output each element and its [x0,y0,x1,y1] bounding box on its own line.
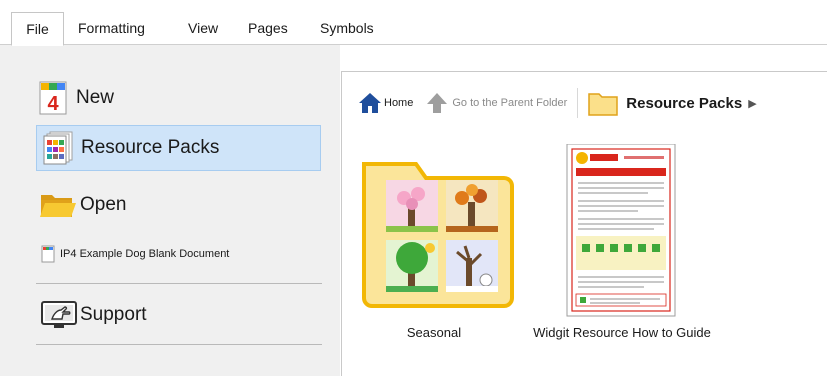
resource-browser: Home Go to the Parent Folder Resource Pa… [341,71,827,376]
breadcrumb-label: Resource Packs [626,94,743,112]
sidebar-divider [36,283,322,284]
sidebar-divider [36,344,322,345]
resource-packs-icon [43,131,75,165]
tile-caption: Widgit Resource How to Guide [533,325,711,340]
browser-toolbar: Home Go to the Parent Folder Resource Pa… [358,86,757,120]
menu-formatting[interactable]: Formatting [76,14,147,45]
seasonal-folder-icon [362,162,514,308]
parent-folder-button[interactable]: Go to the Parent Folder [425,91,567,115]
sidebar-item-label: Resource Packs [81,137,220,158]
menu-symbols[interactable]: Symbols [318,14,376,45]
menu-pages[interactable]: Pages [246,14,290,45]
sidebar-item-support[interactable]: Support [36,295,321,335]
breadcrumb[interactable]: Resource Packs ▶ [588,90,757,116]
menu-bar: File Formatting View Pages Symbols [0,0,827,46]
chevron-right-icon: ▶ [748,97,757,110]
tile-caption: Seasonal [406,325,462,340]
arrow-up-icon [425,91,449,115]
folder-open-icon [40,192,76,218]
parent-folder-label: Go to the Parent Folder [452,97,568,109]
sidebar-item-label: Open [80,194,127,215]
sidebar-item-new[interactable]: 4 New [36,80,321,116]
menu-view[interactable]: View [186,14,220,45]
home-button[interactable]: Home [358,91,413,115]
toolbar-separator [577,88,579,118]
tile-seasonal[interactable]: Seasonal [344,144,524,340]
recent-document-icon [41,245,55,263]
sidebar-item-resource-packs[interactable]: Resource Packs [36,125,321,171]
menu-file[interactable]: File [11,12,64,46]
new-document-icon: 4 [36,81,70,115]
tile-widgit-guide[interactable]: Widgit Resource How to Guide [532,143,712,340]
sidebar-item-open[interactable]: Open [36,187,321,223]
sidebar-item-label: Support [80,304,147,325]
sidebar-item-label: IP4 Example Dog Blank Document [60,248,230,260]
sidebar-item-label: New [76,87,115,108]
support-icon [40,300,78,330]
svg-text:4: 4 [47,93,59,115]
home-icon [358,91,382,115]
backstage-sidebar: 4 New Resource Packs Open IP4 Example Do… [0,45,340,376]
sidebar-item-recent-document[interactable]: IP4 Example Dog Blank Document [36,241,321,267]
document-thumbnail [566,143,676,317]
home-label: Home [384,97,414,109]
folder-icon [588,90,619,116]
